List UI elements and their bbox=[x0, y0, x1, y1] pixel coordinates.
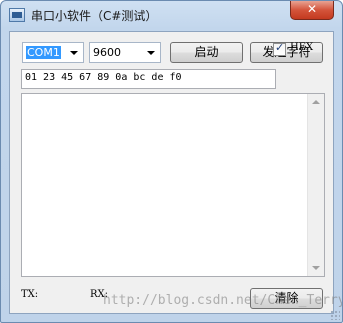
close-icon: ✕ bbox=[306, 2, 318, 16]
chevron-down-icon[interactable] bbox=[70, 51, 78, 55]
client-area: COM1 9600 启动 发送字符 01 23 45 67 89 0a bc d… bbox=[9, 31, 334, 314]
port-select[interactable]: COM1 bbox=[22, 42, 84, 63]
baud-value: 9600 bbox=[93, 46, 121, 59]
close-button[interactable]: ✕ bbox=[290, 1, 334, 20]
chevron-down-icon[interactable] bbox=[147, 51, 155, 55]
scroll-down-icon[interactable] bbox=[312, 266, 320, 270]
tx-label: TX: bbox=[21, 289, 39, 300]
vertical-scrollbar[interactable] bbox=[307, 94, 324, 276]
hex-label[interactable]: HEX bbox=[290, 42, 313, 53]
send-input[interactable]: 01 23 45 67 89 0a bc de f0 bbox=[21, 69, 276, 89]
app-icon bbox=[9, 8, 25, 22]
watermark-text: http://blog.csdn.net/Chen_Terry bbox=[103, 293, 343, 308]
send-input-text: 01 23 45 67 89 0a bc de f0 bbox=[25, 72, 182, 83]
port-value: COM1 bbox=[26, 46, 61, 59]
resize-grip[interactable] bbox=[330, 310, 340, 320]
baud-select[interactable]: 9600 bbox=[89, 42, 161, 63]
hex-checkbox[interactable] bbox=[273, 41, 286, 56]
receive-textarea[interactable] bbox=[21, 93, 325, 277]
window-title: 串口小软件（C#测试） bbox=[31, 9, 158, 23]
start-button[interactable]: 启动 bbox=[170, 42, 243, 63]
title-bar[interactable]: 串口小软件（C#测试） ✕ bbox=[1, 1, 342, 29]
scroll-up-icon[interactable] bbox=[312, 100, 320, 104]
